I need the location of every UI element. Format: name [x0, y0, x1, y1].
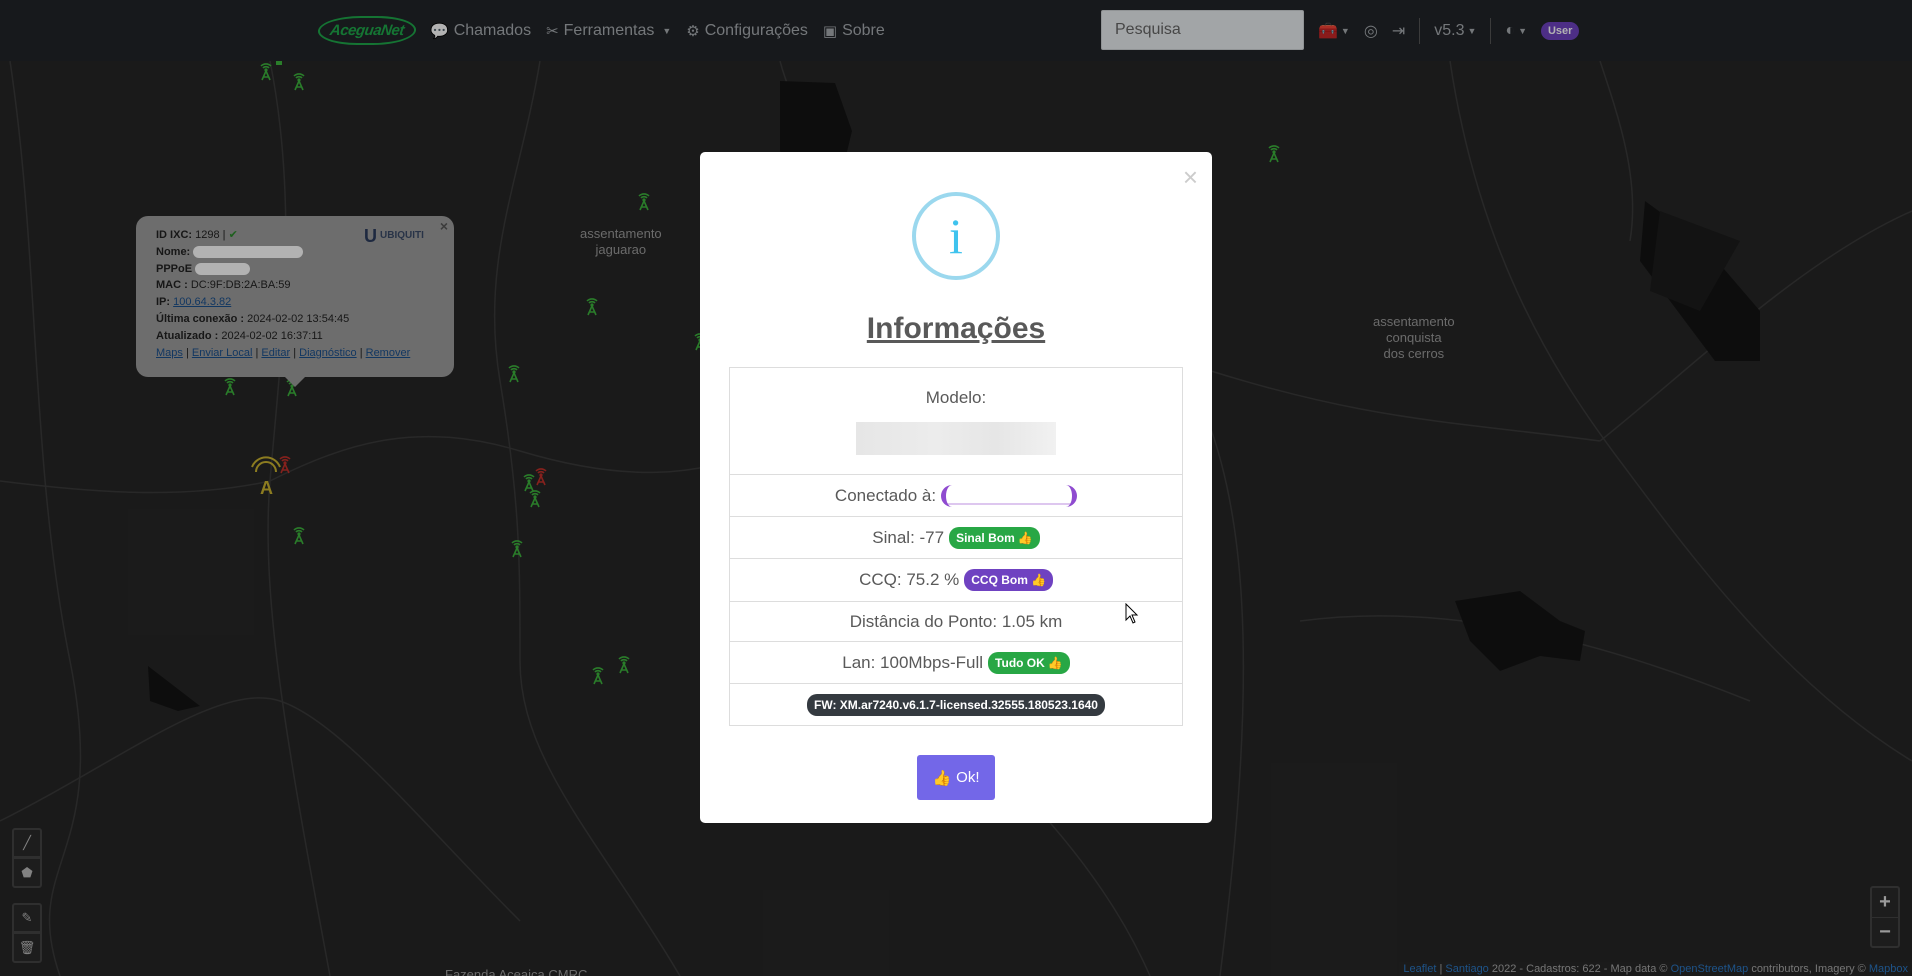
sinal-badge: Sinal Bom 👍	[949, 526, 1040, 549]
sinal-row: Sinal: -77 Sinal Bom 👍	[730, 516, 1182, 558]
distancia-text: Distância do Ponto: 1.05 km	[849, 611, 1063, 631]
ok-button[interactable]: 👍 Ok!	[917, 755, 995, 800]
conectado-row: Conectado à:	[730, 474, 1182, 516]
ccq-row: CCQ: 75.2 % CCQ Bom 👍	[730, 558, 1182, 601]
ccq-text: CCQ: 75.2 %	[859, 570, 960, 589]
ccq-badge: CCQ Bom 👍	[964, 569, 1053, 591]
ccq-badge-label: CCQ Bom	[971, 573, 1028, 587]
modal-close-icon[interactable]: ×	[1183, 162, 1198, 193]
thumbs-up-icon: 👍	[1047, 655, 1063, 670]
info-icon: i	[912, 192, 1000, 280]
thumbs-up-icon: 👍	[1017, 530, 1033, 545]
info-glyph: i	[949, 208, 963, 264]
firmware-row: FW: XM.ar7240.v6.1.7-licensed.32555.1805…	[730, 683, 1182, 725]
lan-row: Lan: 100Mbps-Full Tudo OK 👍	[730, 641, 1182, 683]
thumbs-up-icon: 👍	[932, 769, 952, 787]
lan-text: Lan: 100Mbps-Full	[842, 652, 984, 672]
modelo-row: Modelo:	[730, 368, 1182, 474]
conectado-label: Conectado à:	[834, 485, 937, 505]
thumbs-up-icon: 👍	[1030, 573, 1046, 587]
lan-badge-label: Tudo OK	[995, 655, 1045, 670]
info-table: Modelo: Conectado à: Sinal: -77 Sinal Bo…	[729, 367, 1183, 726]
lan-badge: Tudo OK 👍	[988, 651, 1070, 674]
firmware-badge: FW: XM.ar7240.v6.1.7-licensed.32555.1805…	[807, 693, 1105, 716]
modelo-label: Modelo:	[925, 387, 987, 407]
modal-title: Informações	[866, 312, 1046, 345]
sinal-text: Sinal: -77	[872, 527, 945, 547]
redacted-ap-name	[941, 484, 1078, 507]
modelo-value-blurred	[856, 421, 1056, 455]
sinal-badge-label: Sinal Bom	[956, 530, 1015, 545]
mouse-cursor-icon	[1125, 603, 1139, 624]
ok-label: Ok!	[956, 769, 980, 786]
distancia-row: Distância do Ponto: 1.05 km	[730, 601, 1182, 641]
info-modal: × i Informações Modelo: Conectado à: Sin…	[700, 152, 1212, 823]
